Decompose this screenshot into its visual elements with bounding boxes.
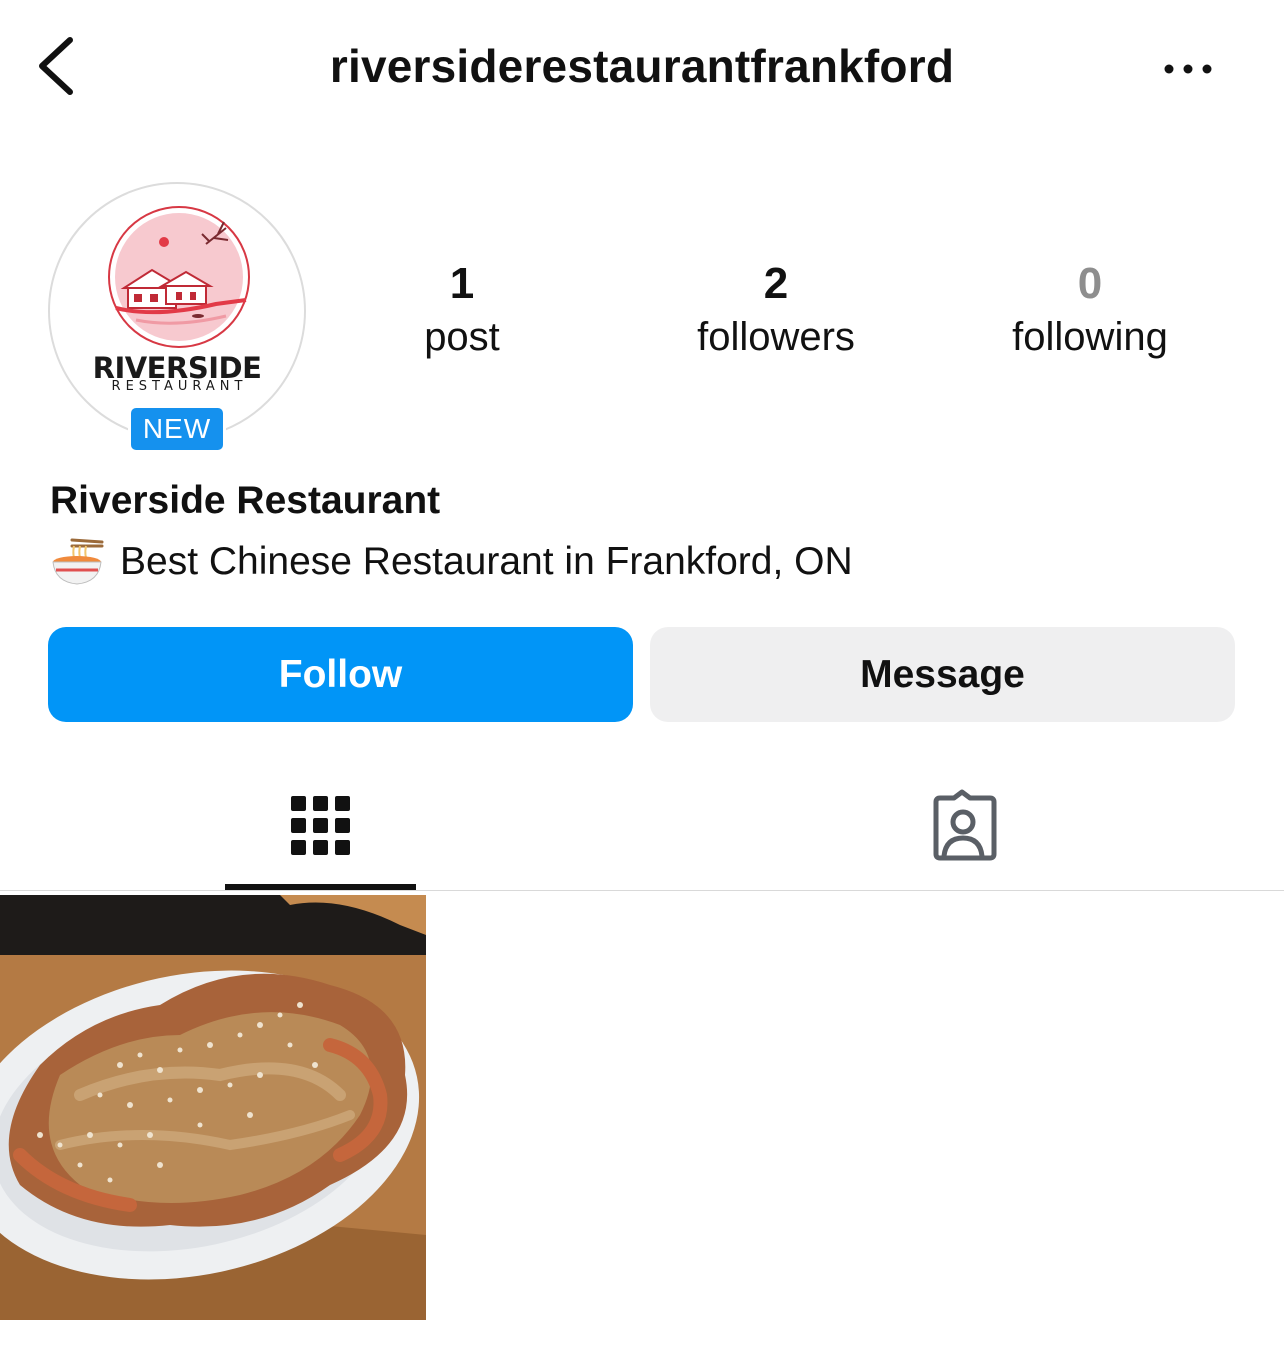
tab-grid[interactable] xyxy=(225,760,416,891)
food-plate-photo xyxy=(0,895,426,1320)
post-thumbnail[interactable] xyxy=(0,895,426,1320)
posts-label: post xyxy=(424,315,500,359)
tab-tagged[interactable] xyxy=(866,760,1060,891)
following-count: 0 xyxy=(1077,259,1103,308)
noodle-bowl-icon xyxy=(52,538,104,585)
bio: Best Chinese Restaurant in Frankford, ON xyxy=(50,536,853,588)
more-options-button[interactable] xyxy=(1154,46,1224,92)
profile-header: riversiderestaurantfrankford xyxy=(0,0,1284,134)
stat-posts[interactable]: 1 post xyxy=(342,254,582,360)
grid-icon xyxy=(291,796,350,855)
follow-button[interactable]: Follow xyxy=(48,627,633,722)
restaurant-logo-image xyxy=(108,206,250,348)
display-name: Riverside Restaurant xyxy=(50,479,441,522)
followers-count: 2 xyxy=(763,259,789,308)
posts-count: 1 xyxy=(449,259,475,308)
stat-followers[interactable]: 2 followers xyxy=(656,254,896,360)
tagged-person-icon xyxy=(933,789,997,861)
avatar[interactable]: RIVERSIDE RESTAURANT xyxy=(48,182,306,440)
new-badge: NEW xyxy=(128,405,226,453)
username-title: riversiderestaurantfrankford xyxy=(329,40,955,92)
logo-subtitle-text: RESTAURANT xyxy=(111,379,248,394)
message-button[interactable]: Message xyxy=(650,627,1235,722)
following-label: following xyxy=(1012,315,1168,359)
stat-following[interactable]: 0 following xyxy=(970,254,1210,360)
bio-text: Best Chinese Restaurant in Frankford, ON xyxy=(120,540,853,583)
profile-tabs xyxy=(0,760,1284,891)
followers-label: followers xyxy=(697,315,855,359)
more-horizontal-icon xyxy=(1164,64,1212,74)
tabs-divider xyxy=(0,890,1284,891)
